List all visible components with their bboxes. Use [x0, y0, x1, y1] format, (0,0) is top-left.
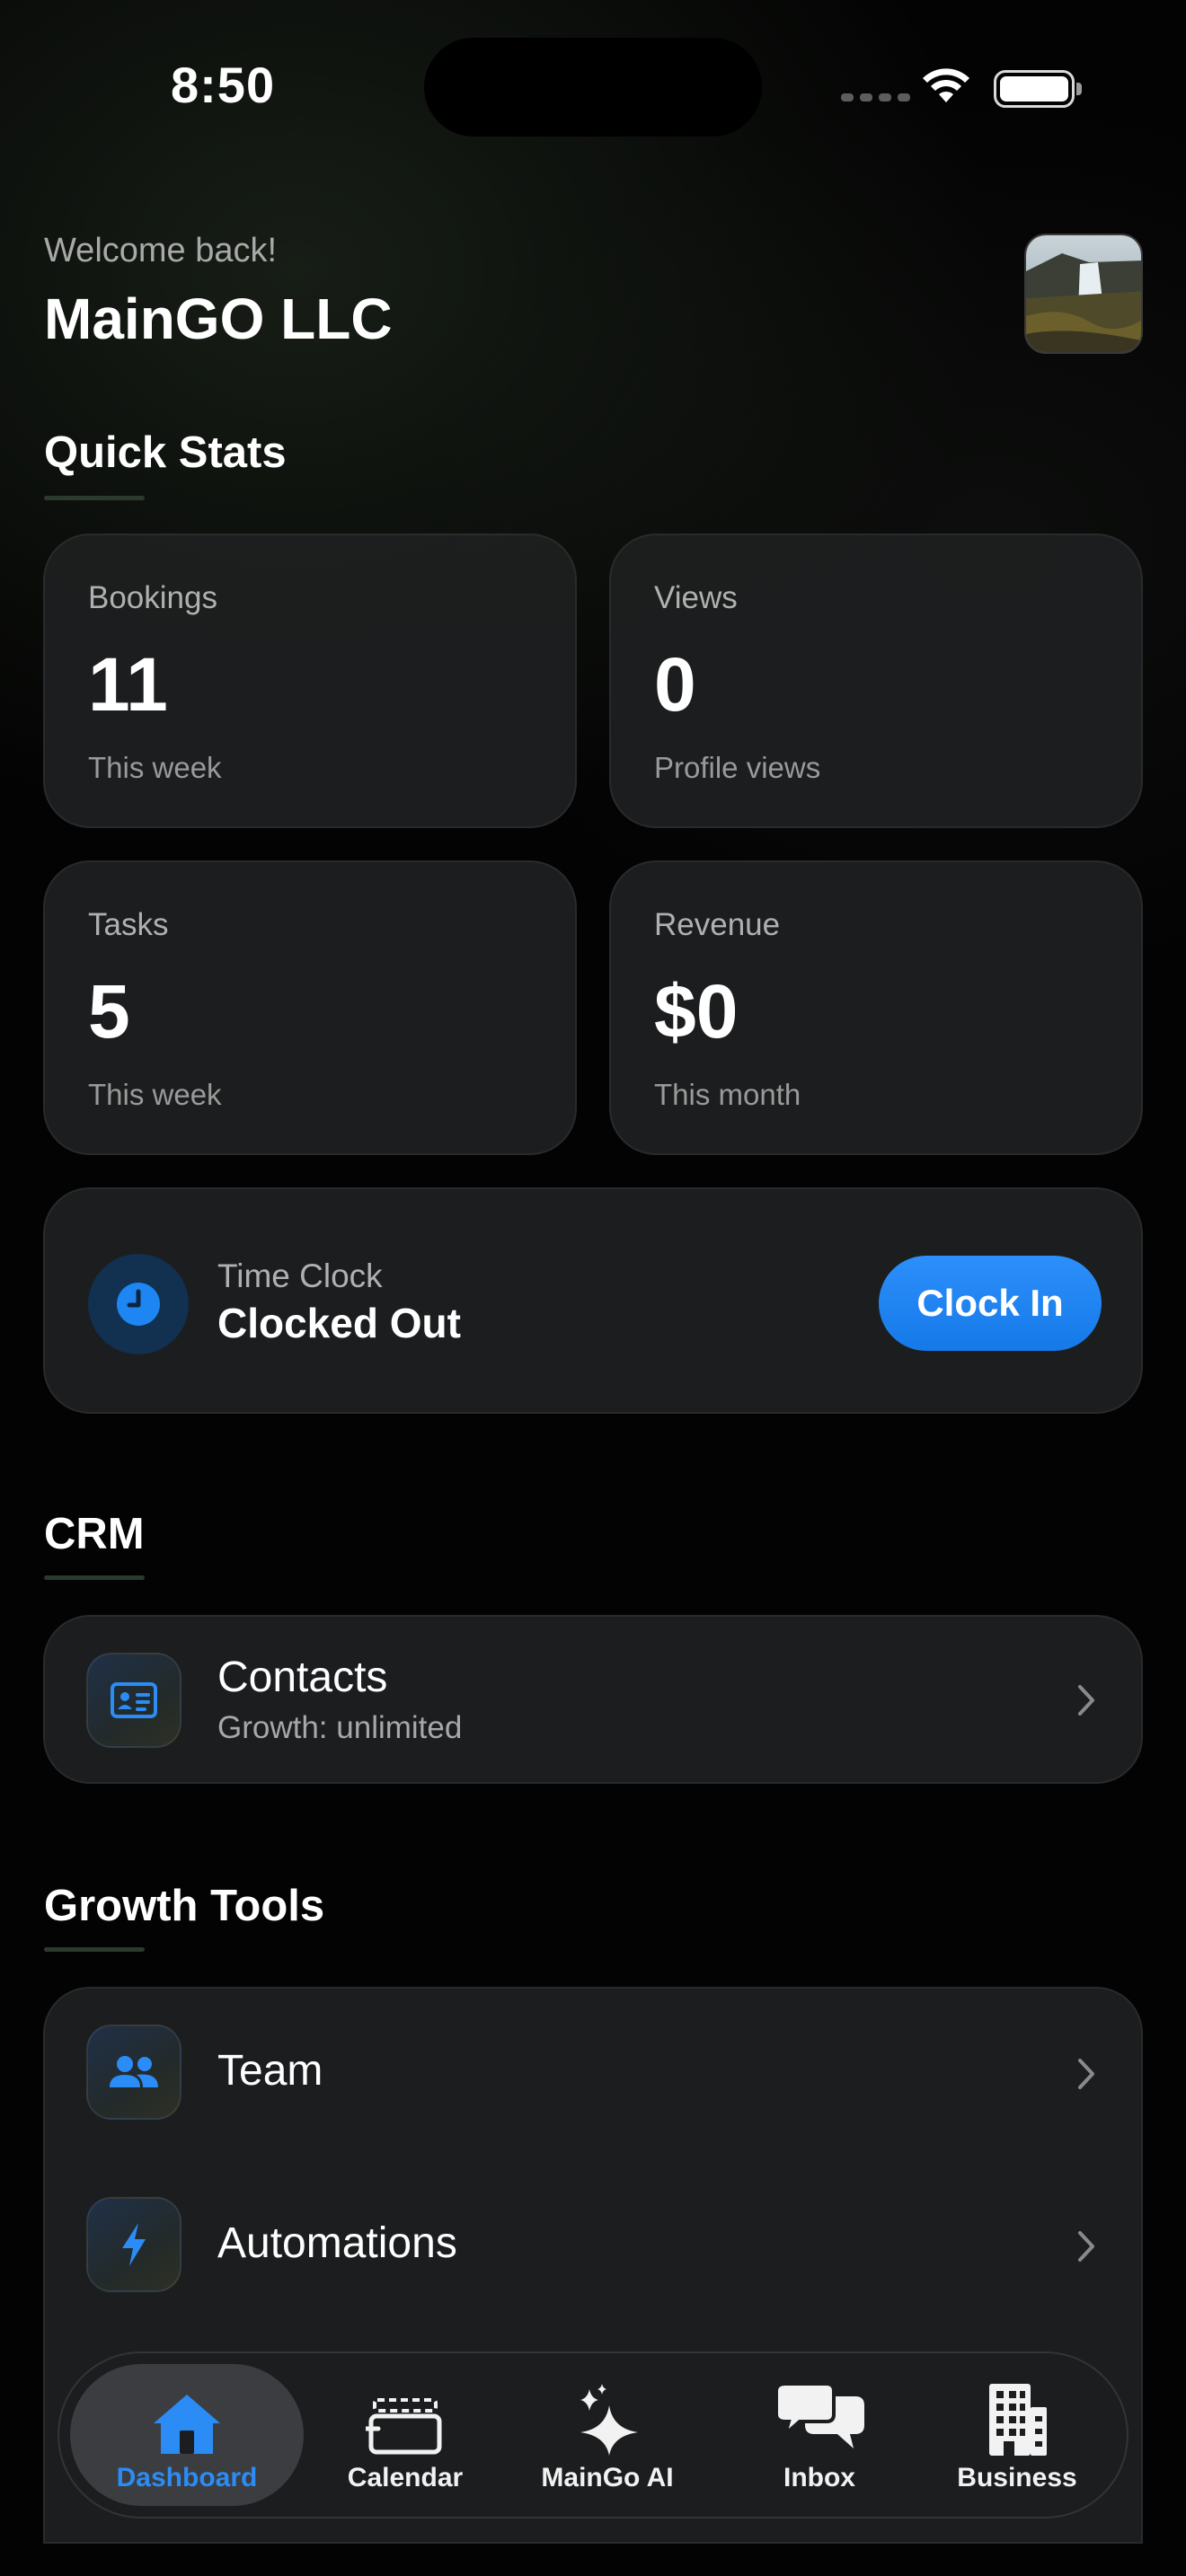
tab-calendar[interactable]: Calendar: [329, 2353, 482, 2520]
tab-maingo-ai[interactable]: MainGo AI: [509, 2353, 706, 2520]
stat-subtitle: This week: [88, 1078, 222, 1111]
section-underline: [44, 1947, 145, 1952]
status-time: 8:50: [171, 57, 276, 113]
stat-value: 5: [88, 969, 130, 1054]
cellular-signal-icon: [841, 93, 910, 101]
tab-label: Calendar: [347, 2463, 464, 2492]
stat-label: Revenue: [654, 907, 781, 942]
tab-inbox[interactable]: Inbox: [739, 2353, 900, 2520]
contact-card-icon: [86, 1653, 181, 1748]
contacts-subtitle: Growth: unlimited: [217, 1710, 463, 1745]
tab-bar: Dashboard Calendar MainGo AI Inbox Busin…: [58, 2351, 1128, 2519]
waterfall-photo: [1026, 235, 1141, 352]
stat-value: 11: [88, 642, 168, 727]
stat-subtitle: This week: [88, 751, 222, 784]
tab-dashboard[interactable]: Dashboard: [70, 2353, 304, 2520]
welcome-text: Welcome back!: [44, 232, 278, 269]
clock-status: Clocked Out: [217, 1300, 461, 1346]
clock-in-button[interactable]: Clock In: [879, 1256, 1102, 1351]
section-underline: [44, 1575, 145, 1580]
profile-avatar[interactable]: [1024, 234, 1143, 354]
tab-label: Business: [957, 2463, 1077, 2492]
sparkles-icon: [571, 2377, 643, 2456]
automations-row[interactable]: Automations: [45, 2161, 1145, 2333]
stat-card-tasks[interactable]: Tasks 5 This week: [43, 860, 577, 1155]
stat-subtitle: Profile views: [654, 751, 821, 784]
stat-value: $0: [654, 969, 739, 1054]
team-row[interactable]: Team: [45, 1989, 1145, 2161]
people-icon: [86, 2025, 181, 2120]
quick-stats-heading: Quick Stats: [44, 428, 287, 477]
stat-label: Tasks: [88, 907, 169, 942]
tab-label: Inbox: [783, 2463, 855, 2492]
clock-icon: [88, 1254, 189, 1354]
chevron-right-icon: [1078, 2231, 1094, 2262]
stat-card-views[interactable]: Views 0 Profile views: [609, 534, 1143, 828]
dynamic-island: [424, 38, 762, 137]
tab-label: Dashboard: [116, 2463, 258, 2492]
growth-tools-heading: Growth Tools: [44, 1882, 325, 1930]
crm-heading: CRM: [44, 1510, 145, 1558]
tab-business[interactable]: Business: [927, 2353, 1107, 2520]
stat-card-revenue[interactable]: Revenue $0 This month: [609, 860, 1143, 1155]
company-name: MainGO LLC: [44, 287, 393, 351]
house-icon: [150, 2377, 224, 2456]
battery-icon: [994, 70, 1082, 108]
building-icon: [986, 2377, 1049, 2456]
time-clock-card: Time Clock Clocked Out Clock In: [43, 1187, 1143, 1414]
chevron-right-icon: [1078, 2059, 1094, 2089]
section-underline: [44, 496, 145, 500]
automations-title: Automations: [217, 2219, 457, 2267]
stat-card-bookings[interactable]: Bookings 11 This week: [43, 534, 577, 828]
chat-bubbles-icon: [773, 2377, 866, 2456]
stat-subtitle: This month: [654, 1078, 801, 1111]
tab-label: MainGo AI: [541, 2463, 674, 2492]
stat-value: 0: [654, 642, 696, 727]
stat-label: Views: [654, 580, 738, 615]
contacts-title: Contacts: [217, 1654, 388, 1701]
contacts-row[interactable]: Contacts Growth: unlimited: [43, 1615, 1143, 1784]
stat-label: Bookings: [88, 580, 217, 615]
team-title: Team: [217, 2047, 323, 2095]
bolt-icon: [86, 2197, 181, 2292]
calendar-icon: [366, 2377, 445, 2456]
chevron-right-icon: [1078, 1685, 1094, 1716]
wifi-icon: [923, 68, 969, 102]
time-clock-label: Time Clock: [217, 1257, 383, 1294]
